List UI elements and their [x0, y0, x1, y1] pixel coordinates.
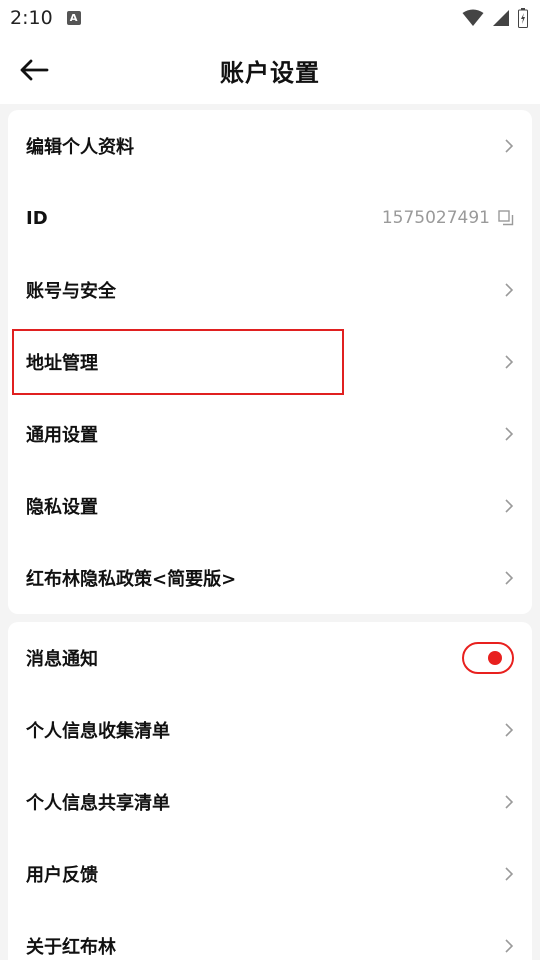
status-bar: 2:10 A: [0, 0, 540, 36]
chevron-right-icon: [505, 867, 514, 881]
row-address-management[interactable]: 地址管理: [8, 326, 532, 398]
back-button[interactable]: [14, 50, 54, 90]
battery-icon: [518, 8, 528, 28]
row-user-feedback[interactable]: 用户反馈: [8, 838, 532, 910]
row-label: 个人信息共享清单: [26, 793, 170, 814]
row-label: 账号与安全: [26, 281, 116, 302]
notification-toggle[interactable]: [462, 642, 514, 674]
settings-group-info: 消息通知 个人信息收集清单 个人信息共享清单 用户反馈 关于红布林: [8, 622, 532, 960]
wifi-icon: [462, 9, 484, 26]
settings-group-account: 编辑个人资料 ID 1575027491 账号与安全 地址管理 通用设置 隐私设…: [8, 110, 532, 614]
notification-a-icon: A: [66, 11, 81, 25]
id-value: 1575027491: [381, 208, 490, 228]
row-label: 编辑个人资料: [26, 137, 134, 158]
row-label: 个人信息收集清单: [26, 721, 170, 742]
chevron-right-icon: [505, 939, 514, 953]
header: 账户设置: [0, 36, 540, 104]
row-info-sharing-list[interactable]: 个人信息共享清单: [8, 766, 532, 838]
status-right: [462, 8, 528, 28]
row-info-collection-list[interactable]: 个人信息收集清单: [8, 694, 532, 766]
row-edit-profile[interactable]: 编辑个人资料: [8, 110, 532, 182]
signal-icon: [493, 10, 509, 26]
status-time: 2:10: [10, 7, 53, 29]
back-arrow-icon: [20, 59, 49, 81]
chevron-right-icon: [505, 283, 514, 297]
row-label: 用户反馈: [26, 865, 98, 886]
row-label: 隐私设置: [26, 497, 98, 518]
row-label: 关于红布林: [26, 937, 116, 958]
row-about[interactable]: 关于红布林: [8, 910, 532, 960]
chevron-right-icon: [505, 355, 514, 369]
row-label: 通用设置: [26, 425, 98, 446]
chevron-right-icon: [505, 499, 514, 513]
row-id: ID 1575027491: [8, 182, 532, 254]
row-label: 消息通知: [26, 649, 98, 670]
row-label: 红布林隐私政策<简要版>: [26, 569, 237, 590]
chevron-right-icon: [505, 795, 514, 809]
chevron-right-icon: [505, 571, 514, 585]
id-value-group: 1575027491: [382, 208, 514, 228]
chevron-right-icon: [505, 723, 514, 737]
page-title: 账户设置: [220, 58, 320, 87]
row-account-security[interactable]: 账号与安全: [8, 254, 532, 326]
row-privacy-policy[interactable]: 红布林隐私政策<简要版>: [8, 542, 532, 614]
row-message-notification: 消息通知: [8, 622, 532, 694]
status-left: 2:10 A: [10, 7, 81, 29]
toggle-knob: [488, 651, 502, 665]
row-privacy-settings[interactable]: 隐私设置: [8, 470, 532, 542]
copy-icon[interactable]: [498, 210, 514, 226]
chevron-right-icon: [505, 427, 514, 441]
row-label: 地址管理: [26, 353, 98, 374]
chevron-right-icon: [505, 139, 514, 153]
row-general-settings[interactable]: 通用设置: [8, 398, 532, 470]
row-label: ID: [26, 207, 48, 229]
